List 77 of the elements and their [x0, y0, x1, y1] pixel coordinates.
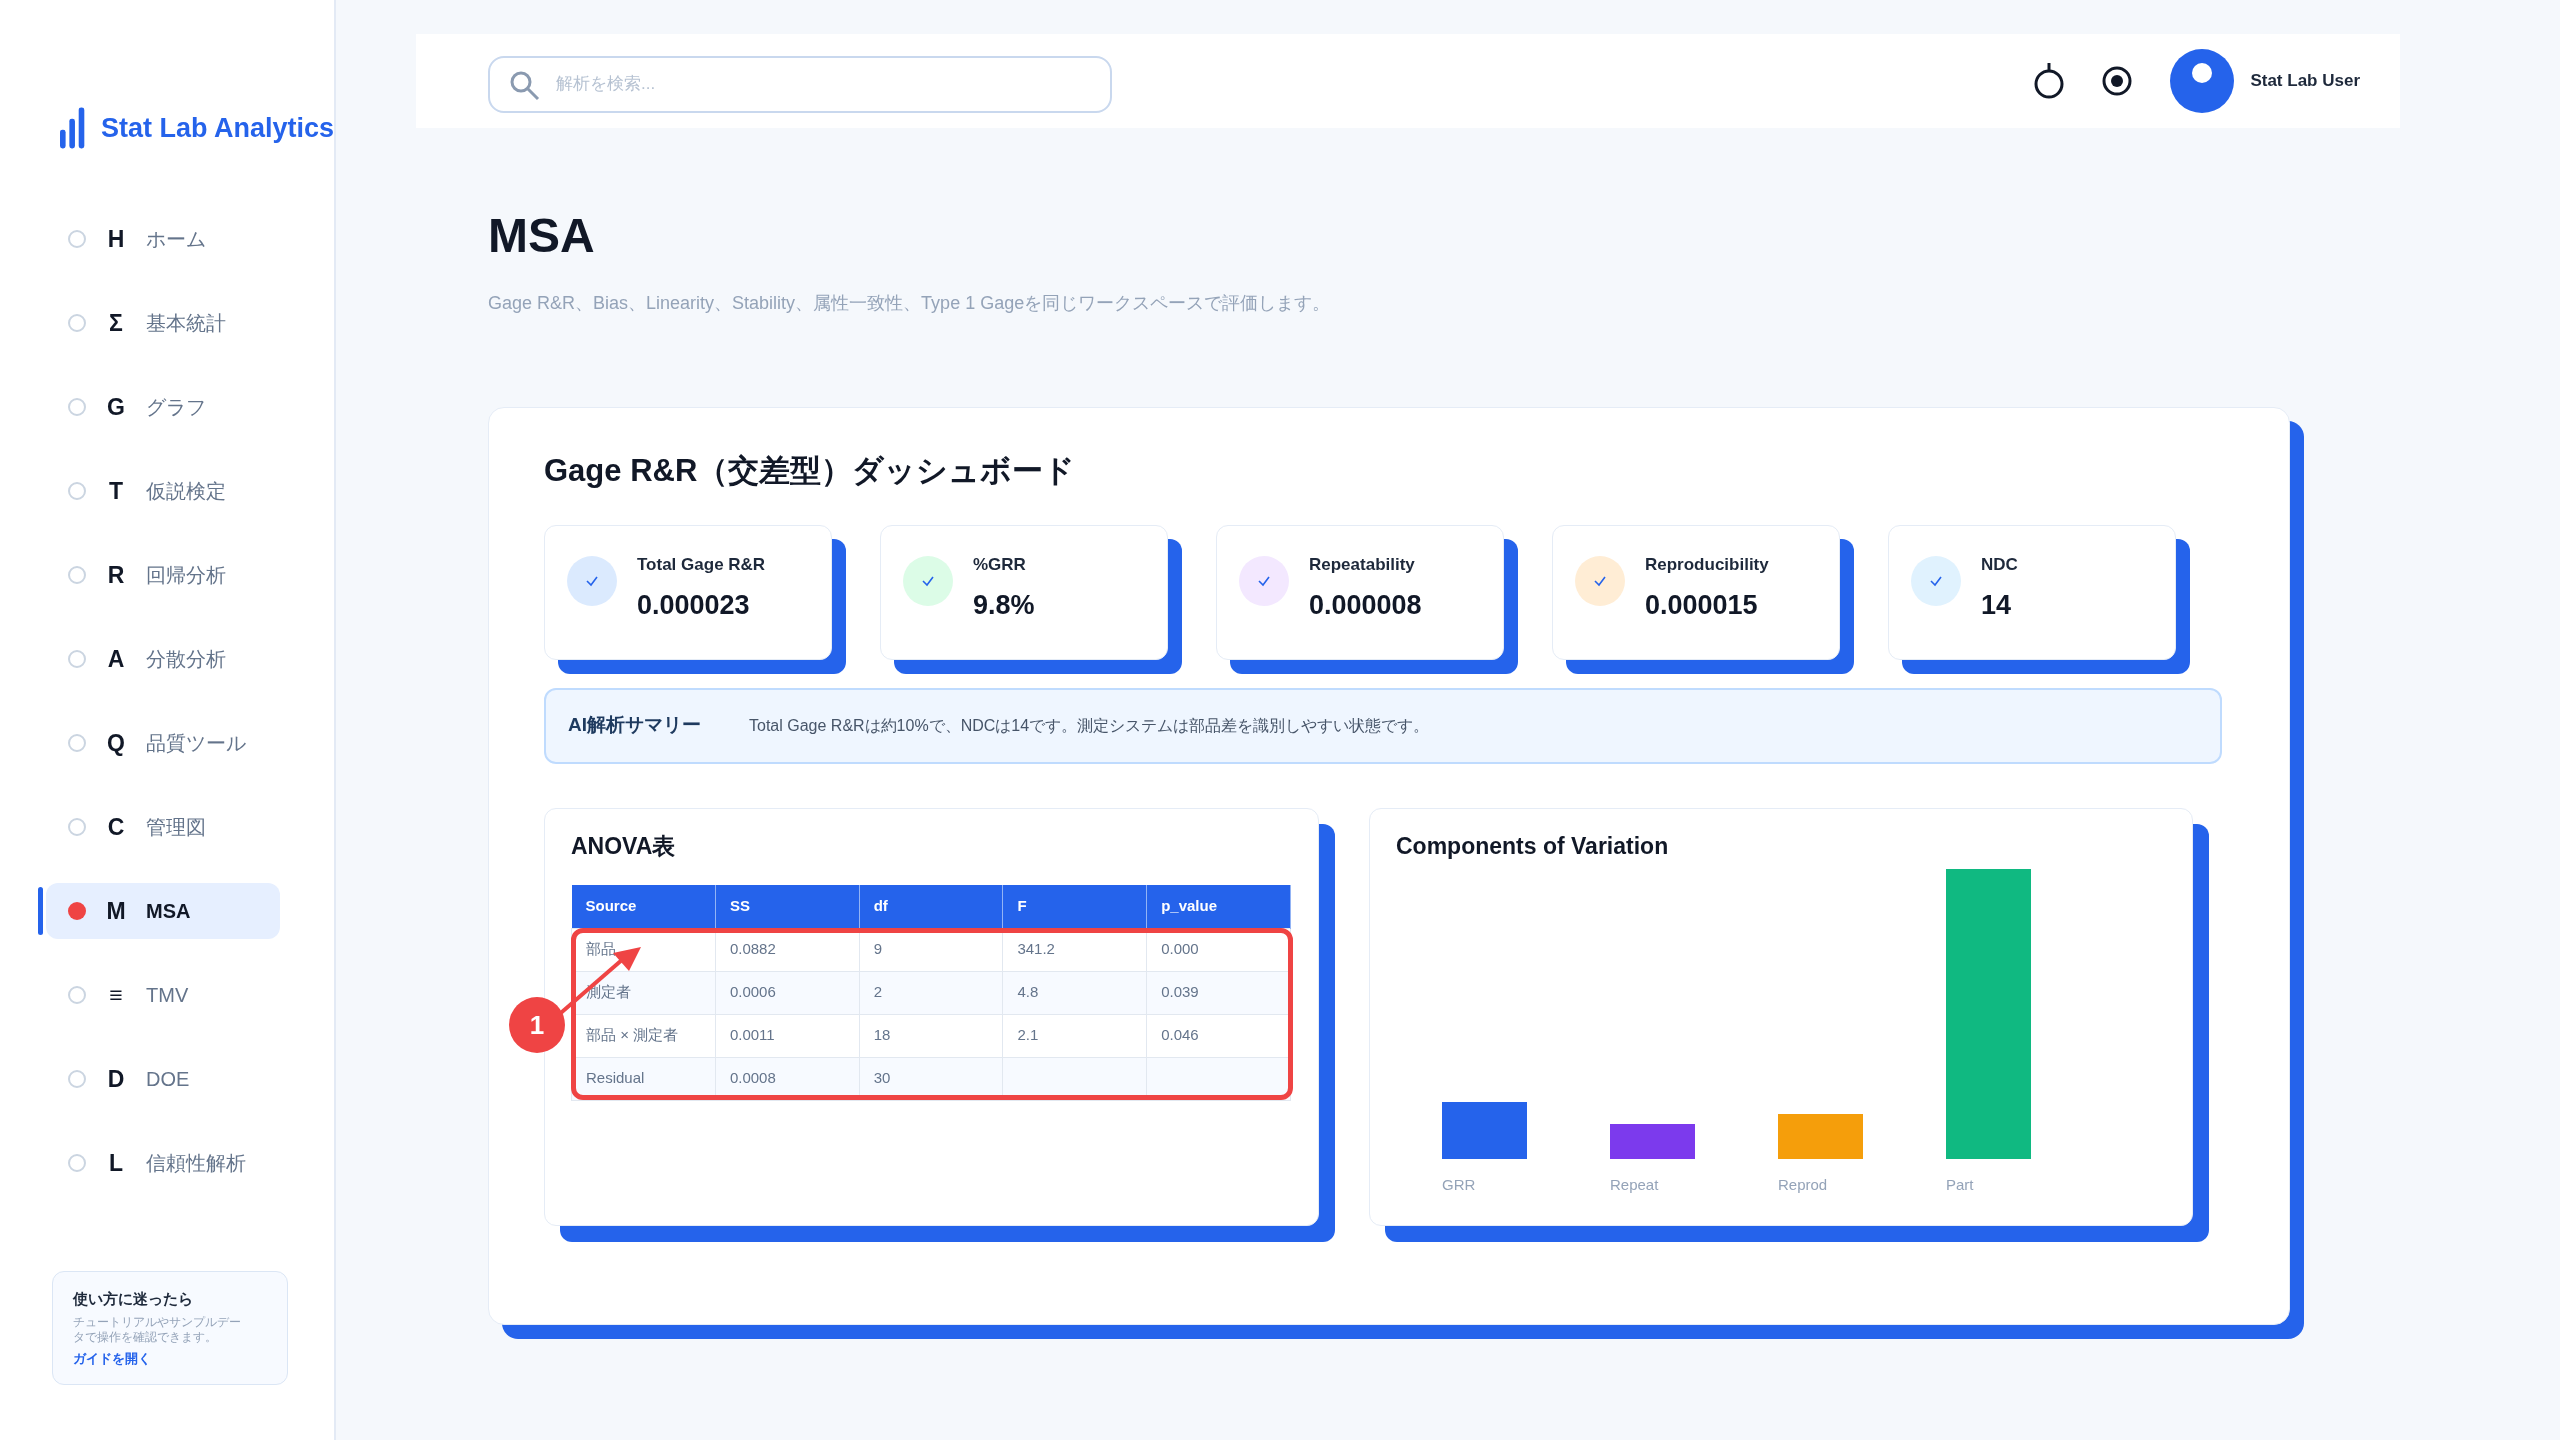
table-cell: 0.0008 [729, 1069, 776, 1087]
help-text: チュートリアルやサンプルデータで操作を確認できます。 [73, 1314, 242, 1345]
bar-label: Reprod [1778, 1176, 1828, 1193]
guide-link[interactable]: ガイドを開く [73, 1348, 267, 1368]
nav-letter-icon: D [104, 1061, 128, 1097]
column-header: df [859, 885, 1003, 928]
nav-item[interactable]: Σ 基本統計 [46, 295, 280, 351]
column-header: SS [715, 885, 860, 928]
nav-letter-icon: L [104, 1145, 128, 1181]
search-field[interactable]: 解析を検索... [488, 55, 1112, 113]
summary-label: AI解析サマリー [568, 713, 701, 738]
table-cell: 341.2 [1017, 940, 1055, 958]
nav-letter-icon: Q [104, 725, 128, 761]
kpi-label: Reproducibility [1645, 553, 1769, 576]
kpi-value: 9.8% [973, 589, 1035, 622]
table-cell: 2 [873, 983, 883, 1001]
nav-letter-icon: Σ [104, 305, 128, 341]
app-logo-text: Stat Lab Analytics [100, 111, 334, 145]
nav-letter-icon: ≡ [104, 977, 128, 1013]
bar-label: Part [1946, 1176, 1974, 1193]
nav-item[interactable]: M MSA [46, 883, 280, 939]
nav-letter-icon: R [104, 557, 128, 593]
bar-label: GRR [1442, 1176, 1476, 1193]
nav-item[interactable]: L 信頼性解析 [46, 1135, 280, 1191]
table-cell: Residual [586, 1069, 645, 1087]
nav-letter-icon: G [104, 389, 128, 425]
kpi-label: Total Gage R&R [637, 553, 766, 576]
table-cell: 部品 [586, 940, 616, 958]
nav-letter-icon: M [104, 893, 128, 929]
nav-item[interactable]: ≡ TMV [46, 967, 280, 1023]
target-icon[interactable] [2102, 66, 2133, 96]
dashboard-title: Gage R&R（交差型）ダッシュボード [544, 452, 1077, 490]
summary-text: Total Gage R&Rは約10%で、NDCは14です。測定システムは部品差を識別しやすい状態です。 [749, 715, 1430, 736]
table-cell: 30 [873, 1069, 891, 1087]
table-cell: 9 [873, 940, 883, 958]
nav-item[interactable]: G グラフ [46, 379, 280, 435]
kpi-label: Repeatability [1309, 553, 1416, 576]
nav-letter-icon: C [104, 809, 128, 845]
page-subtitle: Gage R&R、Bias、Linearity、Stability、属性一致性、Type 1 Gageを同じワークスペースで評価します。 [488, 292, 1332, 315]
anova-title: ANOVA表 [571, 831, 677, 861]
kpi-value: 0.000008 [1309, 589, 1422, 622]
nav-item[interactable]: D DOE [46, 1051, 280, 1107]
kpi-label: NDC [1981, 553, 2018, 576]
table-cell: 18 [873, 1026, 891, 1044]
nav-item[interactable]: T 仮説検定 [46, 463, 280, 519]
table-cell: 0.000 [1161, 940, 1199, 958]
nav-letter-icon: H [104, 221, 128, 257]
table-cell: 0.0006 [729, 983, 776, 1001]
nav-item[interactable]: A 分散分析 [46, 631, 280, 687]
table-cell: 4.8 [1017, 983, 1039, 1001]
kpi-value: 0.000023 [637, 589, 751, 622]
page-title: MSA [488, 208, 596, 264]
kpi-label: %GRR [973, 553, 1027, 576]
chart-title: Components of Variation [1396, 831, 1670, 861]
nav-item[interactable]: H ホーム [46, 211, 280, 267]
kpi-value: 14 [1981, 589, 2013, 622]
bar-label: Repeat [1610, 1176, 1659, 1193]
nav-letter-icon: T [104, 473, 128, 509]
help-title: 使い方に迷ったら [73, 1289, 194, 1309]
step-number-marker: 1 [509, 997, 565, 1053]
column-header: F [1002, 885, 1147, 928]
kpi-value: 0.000015 [1645, 589, 1759, 622]
column-header: Source [571, 885, 716, 928]
avatar-icon[interactable] [2170, 49, 2235, 113]
nav-item[interactable]: R 回帰分析 [46, 547, 280, 603]
table-cell: 0.0011 [729, 1026, 775, 1044]
nav-item[interactable]: C 管理図 [46, 799, 280, 855]
table-cell: 0.039 [1161, 983, 1199, 1001]
table-cell: 部品 × 測定者 [586, 1026, 679, 1044]
table-cell: 2.1 [1017, 1026, 1039, 1044]
table-cell: 0.046 [1161, 1026, 1199, 1044]
nav-item[interactable]: Q 品質ツール [46, 715, 280, 771]
nav-letter-icon: A [104, 641, 128, 677]
power-icon[interactable] [2034, 63, 2065, 99]
column-header: p_value [1146, 885, 1291, 928]
user-name: Stat Lab User [2250, 70, 2360, 93]
table-cell: 0.0882 [729, 940, 776, 958]
